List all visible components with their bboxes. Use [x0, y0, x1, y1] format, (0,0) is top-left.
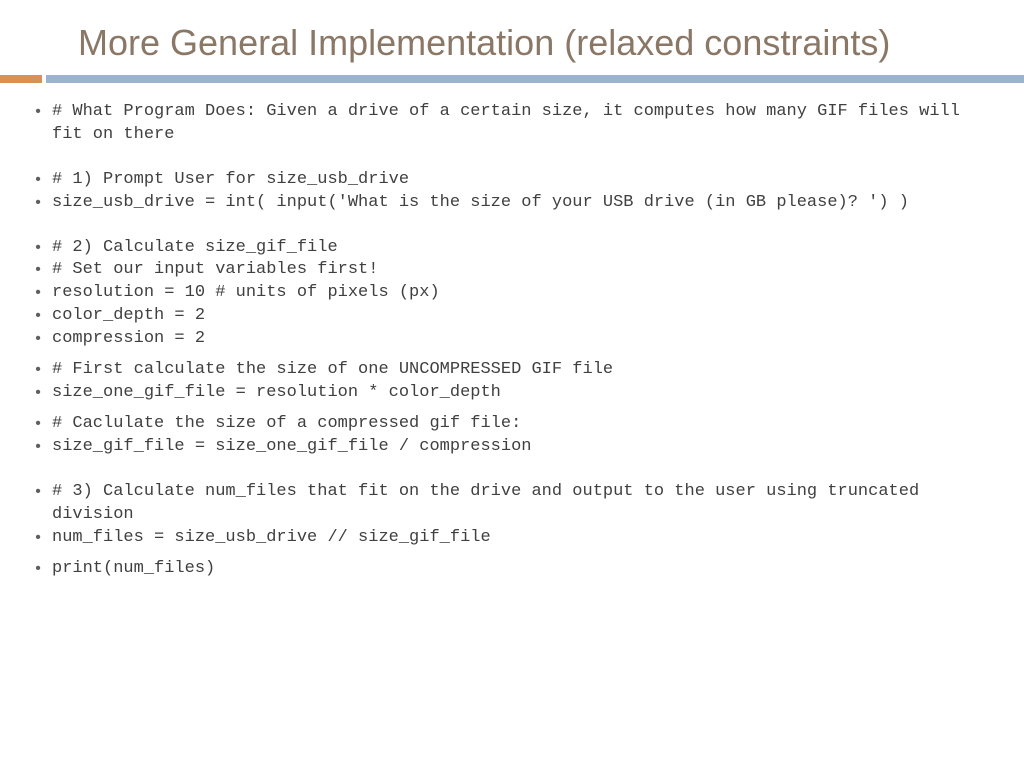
- code-text: # 3) Calculate num_files that fit on the…: [52, 481, 994, 527]
- code-line: •# Set our input variables first!: [24, 259, 994, 282]
- bullet-icon: •: [24, 359, 52, 381]
- code-text: # What Program Does: Given a drive of a …: [52, 101, 994, 147]
- code-text: size_usb_drive = int( input('What is the…: [52, 192, 994, 215]
- bullet-icon: •: [24, 382, 52, 404]
- code-text: # First calculate the size of one UNCOMP…: [52, 359, 994, 382]
- slide: More General Implementation (relaxed con…: [0, 0, 1024, 768]
- code-text: # Caclulate the size of a compressed gif…: [52, 413, 994, 436]
- code-line: •color_depth = 2: [24, 305, 994, 328]
- code-line: •# First calculate the size of one UNCOM…: [24, 359, 994, 382]
- bullet-icon: •: [24, 527, 52, 549]
- bullet-icon: •: [24, 328, 52, 350]
- code-text: # Set our input variables first!: [52, 259, 994, 282]
- bullet-icon: •: [24, 558, 52, 580]
- bullet-icon: •: [24, 305, 52, 327]
- accent-block: [0, 75, 42, 83]
- code-text: size_one_gif_file = resolution * color_d…: [52, 382, 994, 405]
- code-line: •resolution = 10 # units of pixels (px): [24, 282, 994, 305]
- content-area: •# What Program Does: Given a drive of a…: [0, 101, 1024, 581]
- bullet-icon: •: [24, 282, 52, 304]
- divider: [0, 75, 1024, 83]
- bullet-icon: •: [24, 169, 52, 191]
- code-line: •print(num_files): [24, 558, 994, 581]
- code-text: resolution = 10 # units of pixels (px): [52, 282, 994, 305]
- code-line: •num_files = size_usb_drive // size_gif_…: [24, 527, 994, 550]
- code-text: size_gif_file = size_one_gif_file / comp…: [52, 436, 994, 459]
- bullet-icon: •: [24, 192, 52, 214]
- code-line: •# 3) Calculate num_files that fit on th…: [24, 481, 994, 527]
- code-line: •size_one_gif_file = resolution * color_…: [24, 382, 994, 405]
- code-line: •# 2) Calculate size_gif_file: [24, 237, 994, 260]
- code-text: compression = 2: [52, 328, 994, 351]
- slide-title: More General Implementation (relaxed con…: [0, 20, 1024, 67]
- code-line: •size_usb_drive = int( input('What is th…: [24, 192, 994, 215]
- code-text: # 2) Calculate size_gif_file: [52, 237, 994, 260]
- divider-bar: [46, 75, 1024, 83]
- bullet-icon: •: [24, 481, 52, 503]
- code-line: •# 1) Prompt User for size_usb_drive: [24, 169, 994, 192]
- bullet-icon: •: [24, 237, 52, 259]
- bullet-icon: •: [24, 259, 52, 281]
- code-text: color_depth = 2: [52, 305, 994, 328]
- code-text: num_files = size_usb_drive // size_gif_f…: [52, 527, 994, 550]
- code-line: •size_gif_file = size_one_gif_file / com…: [24, 436, 994, 459]
- code-line: •compression = 2: [24, 328, 994, 351]
- code-text: print(num_files): [52, 558, 994, 581]
- code-line: •# Caclulate the size of a compressed gi…: [24, 413, 994, 436]
- code-line: •# What Program Does: Given a drive of a…: [24, 101, 994, 147]
- bullet-icon: •: [24, 413, 52, 435]
- code-text: # 1) Prompt User for size_usb_drive: [52, 169, 994, 192]
- bullet-icon: •: [24, 101, 52, 123]
- bullet-icon: •: [24, 436, 52, 458]
